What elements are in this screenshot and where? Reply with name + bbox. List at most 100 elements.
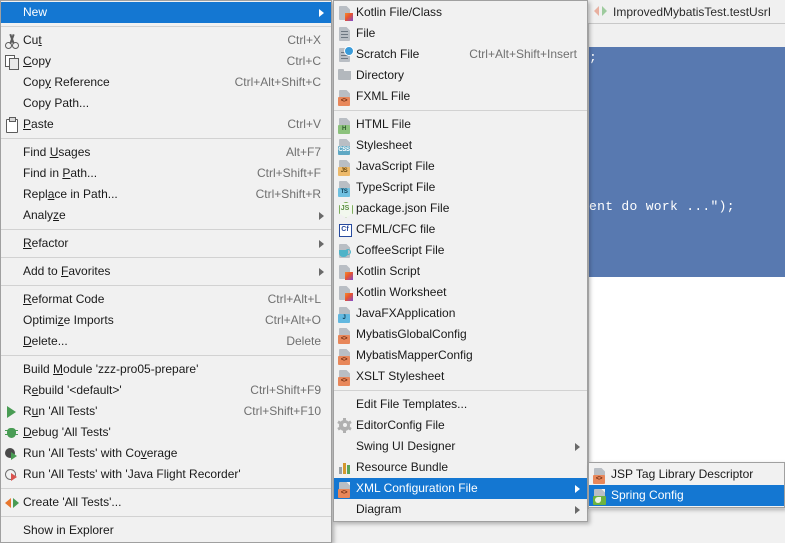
paste-icon [4,116,20,133]
spring-config-icon [592,488,608,505]
menu-item-icon-slot [334,2,356,23]
new-menu-item-xslt-stylesheet[interactable]: <> XSLT Stylesheet [334,366,587,387]
menu-item-icon-slot [334,394,356,415]
context-menu-item-optimize-imports[interactable]: Optimize Imports Ctrl+Alt+O [1,310,331,331]
context-menu-item-new[interactable]: New [1,2,331,23]
context-menu-item-replace-in-path[interactable]: Replace in Path... Ctrl+Shift+R [1,184,331,205]
context-menu-item-copy-reference[interactable]: Copy Reference Ctrl+Alt+Shift+C [1,72,331,93]
menu-item-label: Diagram [356,502,402,516]
new-menu-item-coffeescript-file[interactable]: CoffeeScript File [334,240,587,261]
context-menu-item-create-all-tests[interactable]: Create 'All Tests'... [1,492,331,513]
menu-item-icon-slot [334,415,356,436]
context-menu-item-run-all-tests-with-java-flight-recorder[interactable]: Run 'All Tests' with 'Java Flight Record… [1,464,331,485]
editor-selected-block[interactable]: ent do work ..."); [589,47,785,277]
new-menu-item-swing-ui-designer[interactable]: Swing UI Designer [334,436,587,457]
context-menu-item-run-all-tests[interactable]: Run 'All Tests' Ctrl+Shift+F10 [1,401,331,422]
menu-item-shortcut: Ctrl+Alt+O [264,313,321,327]
menu-item-icon-slot [1,520,23,541]
context-menu-item-analyze[interactable]: Analyze [1,205,331,226]
menu-item-label: Debug 'All Tests' [23,425,111,439]
context-menu-item-run-all-tests-with-coverage[interactable]: Run 'All Tests' with Coverage [1,443,331,464]
context-menu-item-refactor[interactable]: Refactor [1,233,331,254]
xml-file-icon: <> [337,327,353,344]
menu-separator [1,285,331,286]
new-menu-item-html-file[interactable]: H HTML File [334,114,587,135]
context-menu-item-copy-path[interactable]: Copy Path... [1,93,331,114]
menu-item-label: Optimize Imports [23,313,114,327]
menu-item-icon-slot [334,240,356,261]
xml-configuration-submenu[interactable]: <> JSP Tag Library Descriptor Spring Confi… [588,462,785,508]
menu-item-icon-slot: CSS [334,135,356,156]
menu-item-icon-slot [1,2,23,23]
menu-item-icon-slot: <> [589,464,611,485]
new-menu-item-stylesheet[interactable]: CSS Stylesheet [334,135,587,156]
menu-item-label: Reformat Code [23,292,105,306]
coverage-icon [4,446,20,462]
menu-item-label: Rebuild '<default>' [23,383,122,397]
menu-item-shortcut: Ctrl+Shift+F [256,166,321,180]
menu-item-label: XML Configuration File [356,481,478,495]
run-tab[interactable]: ImprovedMybatisTest.testUsrI [588,0,785,24]
new-menu-item-directory[interactable]: Directory [334,65,587,86]
new-menu-item-javascript-file[interactable]: JS JavaScript File [334,156,587,177]
new-menu-item-mybatismapperconfig[interactable]: <> MybatisMapperConfig [334,345,587,366]
new-menu-item-kotlin-file-class[interactable]: Kotlin File/Class [334,2,587,23]
context-menu-item-reformat-code[interactable]: Reformat Code Ctrl+Alt+L [1,289,331,310]
context-menu-item-debug-all-tests[interactable]: Debug 'All Tests' [1,422,331,443]
menu-item-shortcut: Ctrl+Shift+R [255,187,321,201]
menu-item-shortcut: Ctrl+Alt+Shift+C [234,75,321,89]
context-menu-item-find-in-path[interactable]: Find in Path... Ctrl+Shift+F [1,163,331,184]
new-menu-item-editorconfig-file[interactable]: EditorConfig File [334,415,587,436]
context-menu-item-add-to-favorites[interactable]: Add to Favorites [1,261,331,282]
new-menu-item-typescript-file[interactable]: TS TypeScript File [334,177,587,198]
new-menu-item-javafxapplication[interactable]: J JavaFXApplication [334,303,587,324]
context-menu-item-show-in-explorer[interactable]: Show in Explorer [1,520,331,541]
menu-item-icon-slot: JS [334,198,356,219]
debug-icon [4,425,20,441]
context-menu-item-copy[interactable]: Copy Ctrl+C [1,51,331,72]
new-submenu[interactable]: Kotlin File/Class File Scratch File Ctrl+Al… [333,0,588,522]
js-file-icon: JS [337,159,353,176]
menu-item-icon-slot [1,492,23,513]
menu-item-icon-slot: JS [334,156,356,177]
menu-item-icon-slot [1,163,23,184]
xml-menu-item-spring-config[interactable]: Spring Config [589,485,784,506]
xml-menu-item-jsp-tag-library-descriptor[interactable]: <> JSP Tag Library Descriptor [589,464,784,485]
coffeescript-file-icon [337,243,353,259]
context-menu-item-rebuild-default[interactable]: Rebuild '<default>' Ctrl+Shift+F9 [1,380,331,401]
context-menu-item-delete[interactable]: Delete... Delete [1,331,331,352]
new-menu-item-fxml-file[interactable]: <> FXML File [334,86,587,107]
new-menu-item-cfml-cfc-file[interactable]: Cf CFML/CFC file [334,219,587,240]
new-menu-item-kotlin-worksheet[interactable]: Kotlin Worksheet [334,282,587,303]
context-menu-item-build-module-zzz-pro05-prepare[interactable]: Build Module 'zzz-pro05-prepare' [1,359,331,380]
menu-item-icon-slot [1,72,23,93]
menu-item-icon-slot: <> [334,86,356,107]
new-menu-item-kotlin-script[interactable]: Kotlin Script [334,261,587,282]
submenu-chevron-icon [575,505,580,514]
submenu-chevron-icon [319,239,324,248]
context-menu-item-paste[interactable]: Paste Ctrl+V [1,114,331,135]
menu-item-shortcut: Ctrl+Alt+Shift+Insert [469,47,577,61]
menu-item-icon-slot [1,30,23,51]
context-menu-item-find-usages[interactable]: Find Usages Alt+F7 [1,142,331,163]
new-menu-item-mybatisglobalconfig[interactable]: <> MybatisGlobalConfig [334,324,587,345]
new-menu-item-package-json-file[interactable]: JS package.json File [334,198,587,219]
scratch-file-icon [337,45,354,63]
directory-icon [337,68,353,84]
menu-item-label: MybatisGlobalConfig [356,327,467,341]
new-menu-item-file[interactable]: File [334,23,587,44]
xml-file-icon: <> [337,348,353,365]
javafx-file-icon: J [337,306,353,323]
context-menu[interactable]: New Cut Ctrl+X Copy Ctrl+C Copy Reference Ctrl… [0,0,332,543]
menu-separator [1,26,331,27]
context-menu-item-cut[interactable]: Cut Ctrl+X [1,30,331,51]
new-menu-item-diagram[interactable]: Diagram [334,499,587,520]
menu-item-icon-slot [1,142,23,163]
new-menu-item-scratch-file[interactable]: Scratch File Ctrl+Alt+Shift+Insert [334,44,587,65]
node-package-icon: JS [337,201,353,217]
menu-item-icon-slot [1,310,23,331]
new-menu-item-edit-file-templates[interactable]: Edit File Templates... [334,394,587,415]
new-menu-item-xml-configuration-file[interactable]: <> XML Configuration File [334,478,587,499]
new-menu-item-resource-bundle[interactable]: Resource Bundle [334,457,587,478]
menu-item-label: Stylesheet [356,138,413,152]
